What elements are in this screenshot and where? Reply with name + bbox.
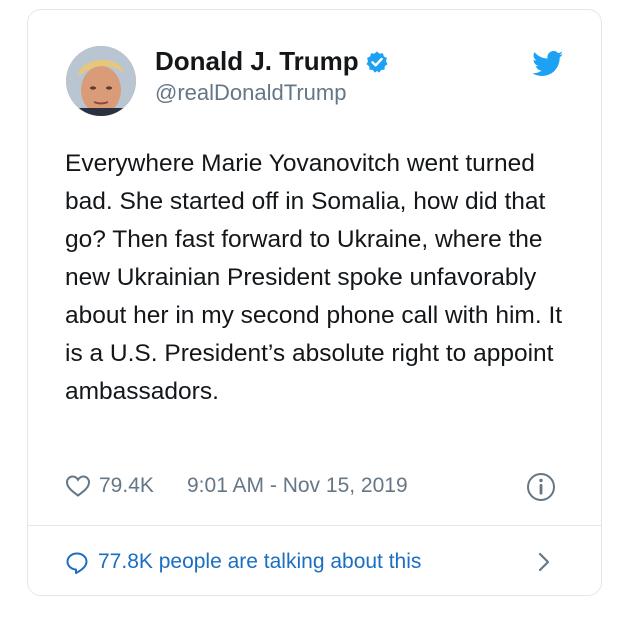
avatar-image: [66, 46, 136, 116]
reply-bubble-icon: [66, 552, 88, 574]
avatar[interactable]: [66, 46, 136, 116]
tweet-timestamp[interactable]: 9:01 AM - Nov 15, 2019: [187, 471, 408, 501]
divider: [28, 525, 601, 526]
verified-badge-icon: [366, 51, 388, 73]
display-name-text: Donald J. Trump: [155, 46, 359, 76]
heart-icon[interactable]: [65, 474, 91, 498]
info-icon[interactable]: [525, 471, 557, 503]
like-count[interactable]: 79.4K: [99, 471, 154, 501]
tweet-card[interactable]: Donald J. Trump @realDonaldTrump Everywh…: [27, 9, 602, 596]
twitter-bird-icon[interactable]: [532, 51, 564, 77]
user-handle[interactable]: @realDonaldTrump: [155, 80, 346, 106]
tweet-text: Everywhere Marie Yovanovitch went turned…: [65, 150, 563, 405]
conversation-text: 77.8K people are talking about this: [98, 550, 422, 573]
chevron-right-icon[interactable]: [536, 551, 552, 573]
display-name[interactable]: Donald J. Trump: [155, 46, 389, 76]
